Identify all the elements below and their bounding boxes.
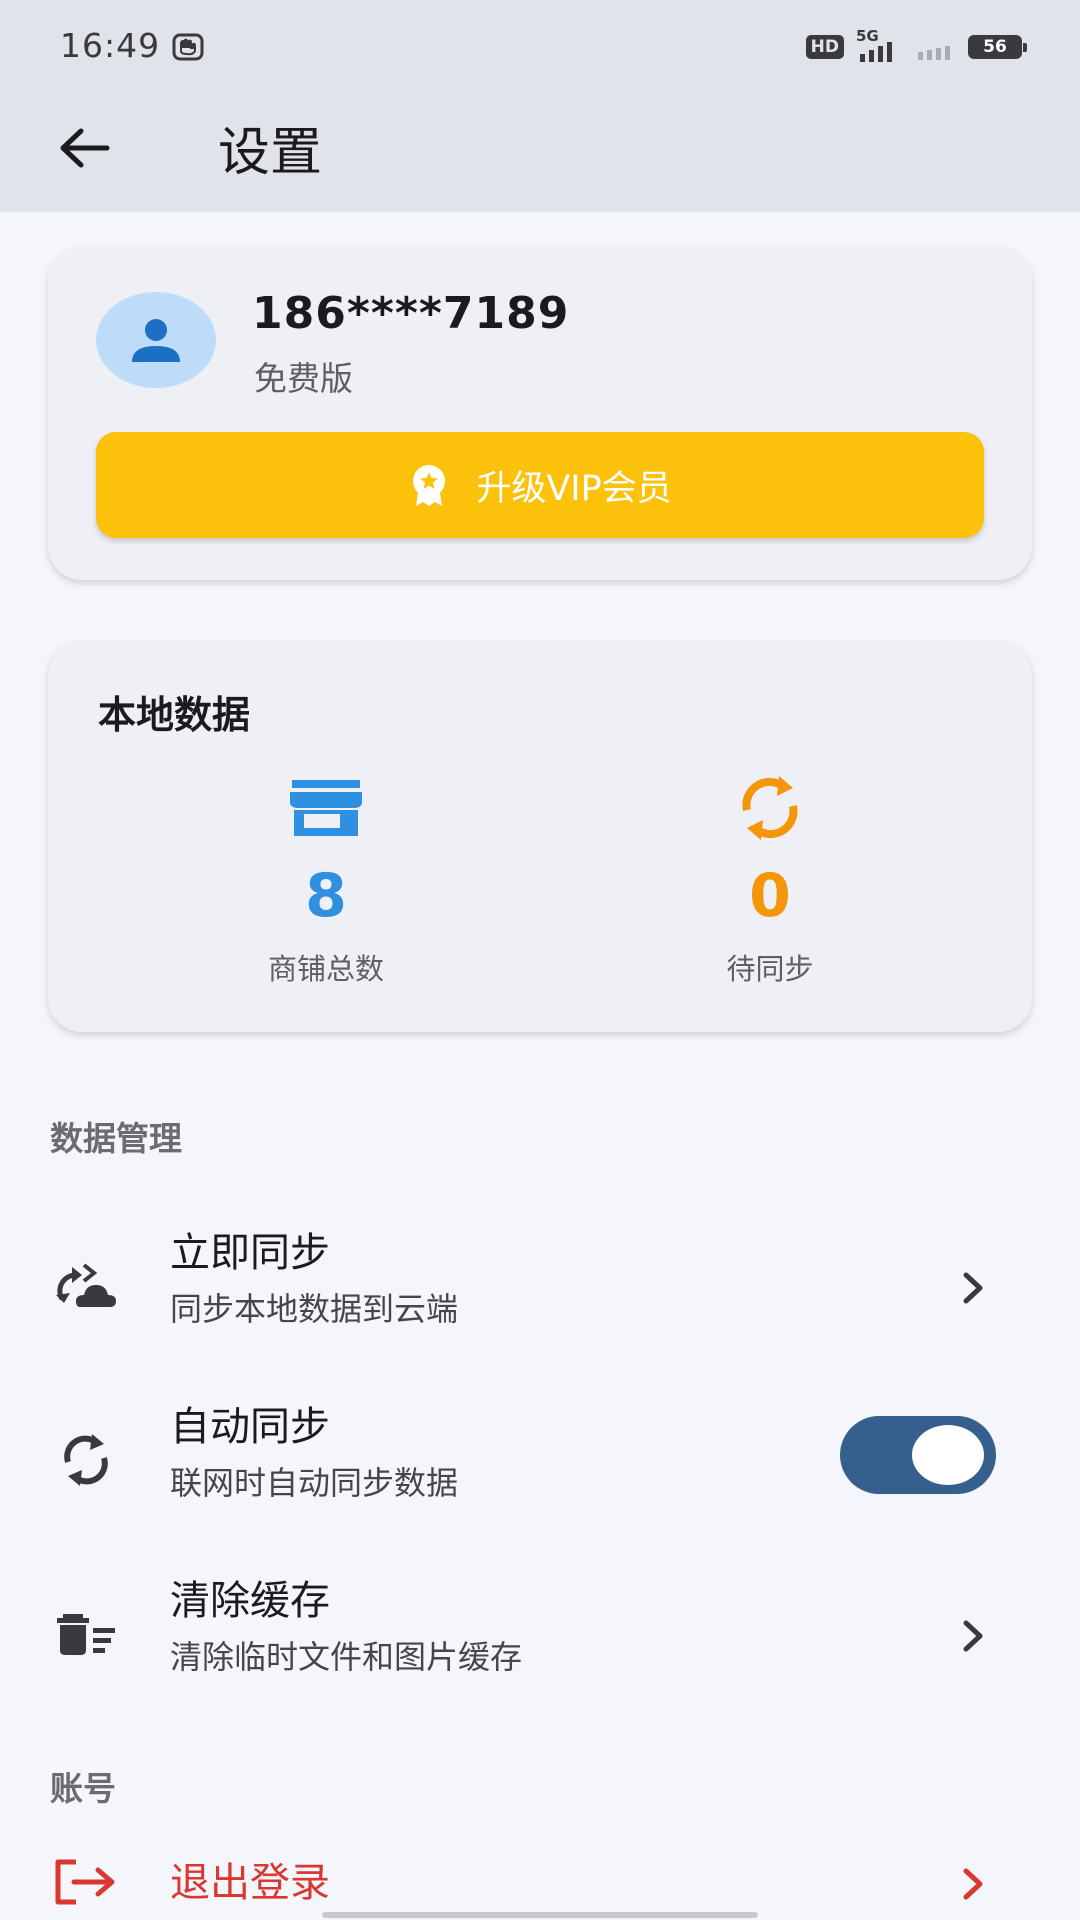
profile-card: 186****7189 免费版 升级VIP会员: [48, 248, 1032, 580]
upgrade-vip-button[interactable]: 升级VIP会员: [96, 432, 984, 538]
store-icon: [176, 768, 476, 848]
logout-row[interactable]: 退出登录: [0, 1840, 1080, 1920]
account-header: 账号: [50, 1769, 116, 1808]
list-item-sync-now[interactable]: 立即同步 同步本地数据到云端: [0, 1208, 1080, 1378]
status-indicators: HD 5G 56: [805, 27, 1027, 66]
sync-now-title: 立即同步: [170, 1230, 330, 1276]
store-count-value: 8: [305, 861, 347, 931]
logout-icon: [48, 1844, 124, 1920]
chevron-right-icon: [954, 1854, 994, 1914]
pending-sync-stat: 0 待同步: [620, 768, 920, 988]
vip-button-label: 升级VIP会员: [476, 468, 672, 509]
auto-sync-title: 自动同步: [170, 1404, 330, 1450]
page-title: 设置: [218, 123, 323, 183]
pending-sync-label: 待同步: [726, 952, 814, 986]
cloud-sync-icon: [48, 1248, 124, 1324]
plan-label: 免费版: [254, 359, 353, 398]
person-icon: [132, 319, 180, 362]
home-indicator[interactable]: [322, 1912, 758, 1918]
store-count-stat: 8 商铺总数: [176, 768, 476, 988]
battery-icon: 56: [968, 35, 1027, 59]
user-phone: 186****7189: [252, 288, 570, 339]
auto-sync-subtitle: 联网时自动同步数据: [170, 1464, 459, 1502]
sync-icon: [48, 1422, 124, 1498]
chevron-right-icon: [954, 1258, 994, 1318]
sync-icon: [620, 768, 920, 848]
pending-sync-value: 0: [749, 861, 791, 931]
list-item-auto-sync: 自动同步 联网时自动同步数据: [0, 1382, 1080, 1552]
top-app-bar: 16:49 HD 5G 56 设置: [0, 0, 1080, 212]
local-data-card: 本地数据 8 商铺总数 0 待同步: [48, 642, 1032, 1032]
toggle-knob: [912, 1425, 984, 1485]
clear-cache-subtitle: 清除临时文件和图片缓存: [170, 1638, 523, 1676]
status-time: 16:49: [60, 26, 161, 65]
auto-sync-toggle[interactable]: [840, 1416, 996, 1494]
clear-cache-title: 清除缓存: [170, 1578, 330, 1624]
local-data-title: 本地数据: [98, 693, 251, 737]
avatar[interactable]: [96, 292, 216, 388]
notification-icon: [172, 33, 204, 61]
arrow-back-icon: [60, 128, 110, 168]
award-icon: [413, 465, 446, 506]
data-management-header: 数据管理: [50, 1119, 182, 1158]
sync-now-subtitle: 同步本地数据到云端: [170, 1290, 459, 1328]
logout-label: 退出登录: [170, 1860, 330, 1906]
chevron-right-icon: [954, 1606, 994, 1666]
signal-5g-icon: 5G: [856, 27, 904, 64]
list-item-clear-cache[interactable]: 清除缓存 清除临时文件和图片缓存: [0, 1556, 1080, 1726]
back-button[interactable]: [44, 108, 124, 188]
store-count-label: 商铺总数: [267, 952, 384, 986]
signal-weak-icon: [916, 28, 956, 66]
hd-badge: HD: [805, 35, 844, 59]
delete-sweep-icon: [48, 1596, 124, 1672]
